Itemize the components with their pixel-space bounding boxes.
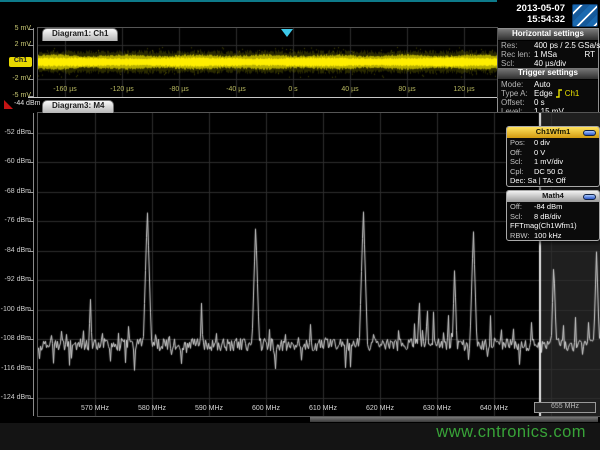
time-text: 15:54:32 — [480, 14, 565, 25]
d1-y-axis-label: -5 mV — [0, 92, 31, 99]
watermark-strip: www.cntronics.com — [0, 423, 600, 450]
d3-y-tick — [28, 162, 34, 163]
date-text: 2013-05-07 — [480, 3, 565, 14]
panel-row: Scl:8 dB/div — [507, 212, 599, 222]
d1-x-axis-label: -160 µs — [43, 86, 87, 93]
panel-row: Dec: Sa | TA: Off — [507, 176, 599, 186]
d3-y-axis-label: -60 dBm — [0, 158, 31, 165]
d1-y-tick — [29, 96, 34, 97]
d3-y-tick — [28, 369, 34, 370]
red-marker-icon — [4, 100, 13, 109]
realtime-badge: RT — [584, 50, 595, 59]
record-length-row[interactable]: Rec len: 1 MSa RT — [498, 50, 598, 59]
resolution-row[interactable]: Res: 400 ps / 2.5 GSa/s — [498, 41, 598, 50]
d1-y-tick — [29, 79, 34, 80]
datetime-display: 2013-05-07 15:54:32 — [480, 3, 565, 25]
watermark-text: www.cntronics.com — [0, 423, 600, 442]
d1-y-axis-label: -2 mV — [0, 75, 31, 82]
d3-y-axis-label: -108 dBm — [0, 335, 31, 342]
math4-panel-header[interactable]: Math4 — [507, 191, 599, 202]
d3-y-tick — [28, 310, 34, 311]
d3-y-tick — [28, 280, 34, 281]
d3-x-axis-label: 600 MHz — [244, 405, 288, 412]
trigger-settings-header[interactable]: Trigger settings — [498, 68, 598, 80]
d3-y-axis-label: -68 dBm — [0, 188, 31, 195]
trigger-offset-row[interactable]: Offset: 0 s — [498, 98, 598, 107]
d3-y-axis-label: -116 dBm — [0, 365, 31, 372]
panel-row: FFTmag(Ch1Wfm1) — [507, 221, 599, 231]
d3-y-axis-label: -92 dBm — [0, 276, 31, 283]
d3-x-axis-label: 590 MHz — [187, 405, 231, 412]
ch1wfm1-info-panel[interactable]: Ch1Wfm1 Pos:0 divOff:0 VScl:1 mV/divCpl:… — [506, 126, 600, 187]
d3-y-tick — [28, 339, 34, 340]
d3-y-axis-ruler — [33, 113, 34, 416]
d1-x-axis-label: -80 µs — [157, 86, 201, 93]
d1-x-axis-label: 0 s — [271, 86, 315, 93]
d3-y-axis-label: -52 dBm — [0, 129, 31, 136]
d3-y-axis-label: -76 dBm — [0, 217, 31, 224]
panel-row: Off:0 V — [507, 148, 599, 158]
math4-info-panel[interactable]: Math4 Off:-84 dBmScl:8 dB/divFFTmag(Ch1W… — [506, 190, 600, 241]
trigger-source-label: Ch1 — [565, 89, 580, 98]
d3-y-tick — [28, 398, 34, 399]
panel-row: Pos:0 div — [507, 138, 599, 148]
panel-row: RBW:100 kHz — [507, 231, 599, 241]
d1-y-axis-label: 5 mV — [0, 25, 31, 32]
d3-x-axis-label: 610 MHz — [301, 405, 345, 412]
d3-y-tick — [28, 251, 34, 252]
d1-x-axis-label: 120 µs — [442, 86, 486, 93]
bottom-scrollbar[interactable] — [310, 417, 598, 422]
d3-y-tick — [28, 221, 34, 222]
horizontal-position-bar — [0, 0, 497, 2]
d1-x-axis-label: 40 µs — [328, 86, 372, 93]
d1-y-tick — [29, 29, 34, 30]
rohde-schwarz-logo-icon — [572, 4, 598, 27]
trigger-position-marker-icon[interactable] — [281, 29, 293, 37]
d3-x-axis-label: 580 MHz — [130, 405, 174, 412]
panel-row: Off:-84 dBm — [507, 202, 599, 212]
d1-y-axis-label: 2 mV — [0, 41, 31, 48]
d3-edge-frequency-label: 655 MHz — [534, 402, 596, 413]
d3-x-axis-label: 620 MHz — [358, 405, 402, 412]
d1-x-axis-label: 80 µs — [385, 86, 429, 93]
tab-diagram1-ch1[interactable]: Diagram1: Ch1 — [42, 28, 118, 41]
d1-y-axis-ruler — [33, 28, 34, 97]
ch1wfm1-panel-header[interactable]: Ch1Wfm1 — [507, 127, 599, 138]
oscilloscope-screen: 2013-05-07 15:54:32 Horizontal settings … — [0, 0, 600, 450]
d3-x-axis-label: 640 MHz — [472, 405, 516, 412]
d1-x-axis-label: -40 µs — [214, 86, 258, 93]
d3-y-tick — [28, 133, 34, 134]
d3-x-axis-label: 630 MHz — [415, 405, 459, 412]
trigger-mode-row[interactable]: Mode: Auto — [498, 80, 598, 89]
minimize-button[interactable] — [583, 130, 596, 136]
d1-y-tick — [29, 45, 34, 46]
timescale-row[interactable]: Scl: 40 µs/div — [498, 59, 598, 68]
trigger-type-row[interactable]: Type A: Edge Ch1 — [498, 89, 598, 98]
channel1-position-badge[interactable]: Ch1 — [9, 57, 32, 67]
minimize-button[interactable] — [583, 194, 596, 200]
horizontal-settings-header[interactable]: Horizontal settings — [498, 29, 598, 41]
d3-top-y-label: -44 dBm — [14, 100, 62, 107]
d3-y-axis-label: -124 dBm — [0, 394, 31, 401]
panel-row: Scl:1 mV/div — [507, 157, 599, 167]
settings-panel: Horizontal settings Res: 400 ps / 2.5 GS… — [497, 28, 599, 113]
rising-edge-icon — [555, 89, 563, 98]
d1-x-axis-label: -120 µs — [100, 86, 144, 93]
d3-x-axis-label: 570 MHz — [73, 405, 117, 412]
panel-row: Cpl:DC 50 Ω — [507, 167, 599, 177]
d3-y-tick — [28, 192, 34, 193]
d3-y-axis-label: -84 dBm — [0, 247, 31, 254]
d3-y-axis-label: -100 dBm — [0, 306, 31, 313]
diagram-divider — [28, 97, 497, 98]
